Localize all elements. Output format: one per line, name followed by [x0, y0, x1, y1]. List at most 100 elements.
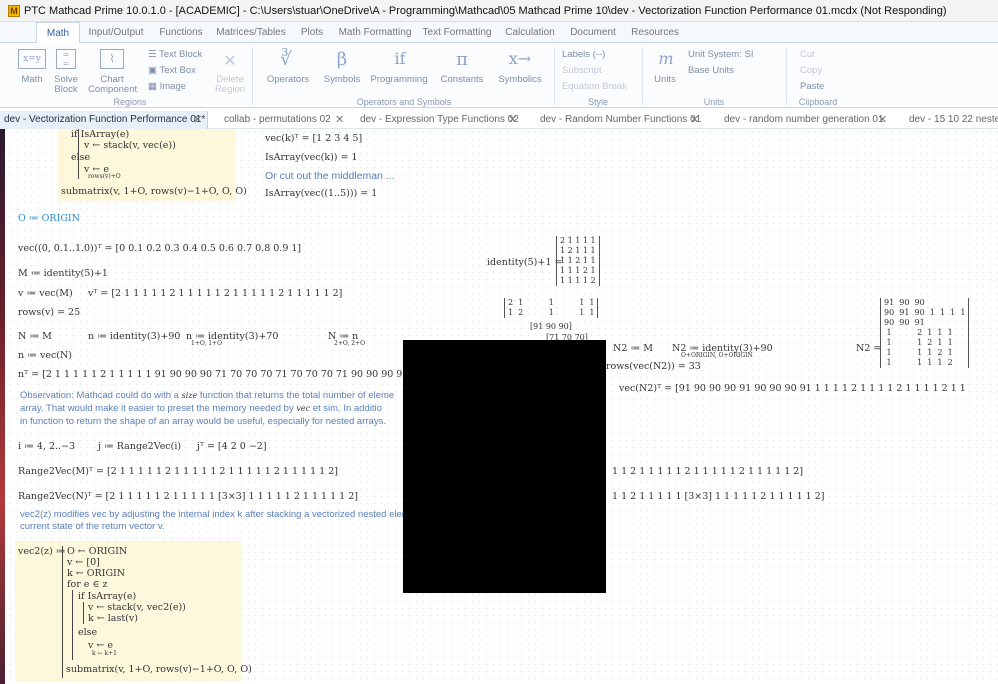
- math-r2vN[interactable]: Range2Vec(N)ᵀ = [2 1 1 1 1 1 2 1 1 1 1 1…: [18, 491, 358, 503]
- group-label-clipboard: Clipboard: [798, 97, 838, 107]
- close-icon[interactable]: ✕: [508, 111, 517, 129]
- math-origin[interactable]: O ≔ ORIGIN: [18, 213, 80, 225]
- text-vec2-note-2[interactable]: current state of the return vector v.: [20, 521, 165, 533]
- image-label: Image: [159, 81, 187, 92]
- tab-matrices-tables[interactable]: Matrices/Tables: [214, 22, 288, 43]
- tab-resources[interactable]: Resources: [626, 22, 684, 43]
- doc-tab[interactable]: collab - permutations 02: [220, 111, 370, 129]
- math-isarray-1[interactable]: IsArray(vec(k)) = 1: [265, 152, 358, 164]
- program-line: submatrix(v, 1+O, rows(v)−1+O, O, O): [66, 664, 252, 675]
- constants-icon: π: [456, 49, 468, 70]
- math-r2vN-right: 1 1 2 1 1 1 1 1 [3×3] 1 1 1 1 1 2 1 1 1 …: [612, 491, 825, 502]
- math-idef[interactable]: i ≔ 4, 2..−3: [18, 441, 75, 453]
- text-box-button[interactable]: ▣ Text Box: [148, 66, 196, 76]
- symbolics-button[interactable]: Symbolics: [494, 75, 546, 85]
- math-identity-label[interactable]: identity(5)+1 =: [487, 257, 562, 269]
- programming-button[interactable]: Programming: [370, 75, 428, 85]
- labels-dropdown[interactable]: Labels (--): [562, 50, 605, 60]
- math-nT[interactable]: nᵀ = [2 1 1 1 1 1 2 1 1 1 1 1 91 90 90 9…: [18, 369, 403, 381]
- tab-text-formatting[interactable]: Text Formatting: [418, 22, 496, 43]
- matrix-N2: 91 90 90 90 91 90 1 1 1 1 90 90 91 1 2 1…: [880, 298, 970, 368]
- text-observation-line2[interactable]: array. That would make it easier to pres…: [20, 403, 403, 415]
- doc-tab-active[interactable]: dev - Vectorization Function Performance…: [0, 111, 208, 129]
- math-veck[interactable]: vec(k)ᵀ = [1 2 3 4 5]: [265, 133, 362, 145]
- text-observation-line1[interactable]: Observation: Mathcad could do with a siz…: [20, 390, 403, 402]
- math-rows[interactable]: rows(v) = 25: [18, 307, 80, 319]
- close-icon[interactable]: ✕: [335, 111, 344, 129]
- ribbon-separator: [554, 47, 555, 105]
- math-rowsN2[interactable]: rows(vec(N2)) = 33: [606, 361, 701, 373]
- base-units-button[interactable]: Base Units: [688, 66, 734, 76]
- redacted-region: [403, 340, 606, 593]
- desktop-edge: [0, 129, 5, 684]
- symbolics-icon: x→: [508, 49, 532, 68]
- tab-plots[interactable]: Plots: [292, 22, 332, 43]
- doc-tab[interactable]: dev - Expression Type Functions 02: [356, 111, 526, 129]
- math-n2eq[interactable]: N2 =: [856, 343, 881, 355]
- program-line: else: [78, 627, 98, 638]
- close-icon[interactable]: ✕: [878, 111, 887, 129]
- math-jdef[interactable]: j ≔ Range2Vec(i): [98, 441, 181, 453]
- unit-system-dropdown[interactable]: Unit System: SI: [688, 50, 753, 60]
- close-icon[interactable]: ✕: [690, 111, 699, 129]
- math-vdef[interactable]: v ≔ vec(M): [18, 288, 73, 300]
- constants-button[interactable]: Constants: [438, 75, 486, 85]
- text-box-icon: ▣: [148, 65, 160, 76]
- text-block-label: Text Block: [158, 49, 203, 60]
- doc-tab[interactable]: dev - Random Number Functions 01: [536, 111, 706, 129]
- tab-math[interactable]: Math: [36, 22, 80, 43]
- units-icon: m: [658, 49, 674, 68]
- math-vec01[interactable]: vec((0, 0.1..1.0))ᵀ = [0 0.1 0.2 0.3 0.4…: [18, 243, 301, 255]
- math-vT[interactable]: vᵀ = [2 1 1 1 1 1 2 1 1 1 1 1 2 1 1 1 1 …: [88, 288, 342, 300]
- text-span: size: [181, 391, 198, 400]
- ribbon-separator: [642, 47, 643, 105]
- text-span: et sim. In additio: [312, 403, 382, 414]
- math-n2def[interactable]: N2 ≔ M: [613, 343, 653, 355]
- math-r2vM[interactable]: Range2Vec(M)ᵀ = [2 1 1 1 1 1 2 1 1 1 1 1…: [18, 466, 338, 478]
- math-ndef[interactable]: N ≔ M: [18, 331, 52, 343]
- tab-math-formatting[interactable]: Math Formatting: [336, 22, 414, 43]
- doc-tab-label: dev - Random Number Functions 01: [540, 114, 702, 125]
- tab-calculation[interactable]: Calculation: [500, 22, 560, 43]
- chart-component-button[interactable]: Chart Component: [88, 75, 137, 95]
- math-mdef[interactable]: M ≔ identity(5)+1: [18, 268, 108, 280]
- text-observation-line3[interactable]: in function to return the shape of an ar…: [20, 416, 403, 428]
- doc-tab-label: dev - Vectorization Function Performance…: [4, 114, 206, 125]
- math-nvec[interactable]: n ≔ vec(N): [18, 350, 72, 362]
- ribbon-separator: [252, 47, 253, 105]
- chart-icon: ⌇: [100, 49, 124, 69]
- tab-functions[interactable]: Functions: [152, 22, 210, 43]
- equation-break-button[interactable]: Equation Break: [562, 82, 627, 92]
- text-vec2-note[interactable]: vec2(z) modifies vec by adjusting the in…: [20, 509, 403, 521]
- solve-block-button[interactable]: Solve Block: [50, 75, 82, 95]
- operators-button[interactable]: Operators: [262, 75, 314, 85]
- document-tabs: dev - Vectorization Function Performance…: [0, 111, 998, 129]
- units-button[interactable]: Units: [648, 75, 682, 85]
- doc-tab[interactable]: dev - 15 10 22 nested a: [905, 111, 998, 129]
- close-icon[interactable]: ✕: [193, 111, 202, 129]
- math-isarray-2[interactable]: IsArray(vec((1..5))) = 1: [265, 188, 377, 200]
- math-button[interactable]: Math: [14, 75, 50, 85]
- copy-button[interactable]: Copy: [800, 66, 822, 76]
- tab-document[interactable]: Document: [564, 22, 622, 43]
- text-note-middleman[interactable]: Or cut out the middleman ...: [265, 170, 395, 182]
- image-button[interactable]: ▦ Image: [148, 82, 186, 92]
- subscript: 2+O, 2+O: [334, 340, 365, 347]
- matrix-identity: 2 1 1 1 1 1 2 1 1 1 1 1 2 1 1 1 1 1 2 1 …: [556, 236, 600, 286]
- tab-input-output[interactable]: Input/Output: [84, 22, 148, 43]
- ribbon: x=y Math = = Solve Block ⌇ Chart Componen…: [0, 43, 998, 108]
- window-title: PTC Mathcad Prime 10.0.1.0 - [ACADEMIC] …: [24, 4, 947, 17]
- image-icon: ▦: [148, 81, 160, 92]
- math-vecN2[interactable]: vec(N2)ᵀ = [91 90 90 90 91 90 90 90 91 1…: [619, 383, 998, 395]
- delete-region-button[interactable]: Delete Region: [212, 75, 248, 95]
- math-vec2-def: vec2(z) ≔: [18, 546, 66, 557]
- doc-tab[interactable]: dev - random number generation 01: [720, 111, 890, 129]
- cut-button[interactable]: Cut: [800, 50, 815, 60]
- symbols-button[interactable]: Symbols: [318, 75, 366, 85]
- math-n1[interactable]: n ≔ identity(3)+90: [88, 331, 180, 343]
- paste-button[interactable]: Paste: [800, 82, 824, 92]
- group-label-operators-symbols: Operators and Symbols: [356, 97, 452, 107]
- math-jT[interactable]: jᵀ = [4 2 0 −2]: [197, 441, 267, 453]
- text-block-button[interactable]: ☰ Text Block: [148, 50, 202, 60]
- subscript-button[interactable]: Subscript: [562, 66, 602, 76]
